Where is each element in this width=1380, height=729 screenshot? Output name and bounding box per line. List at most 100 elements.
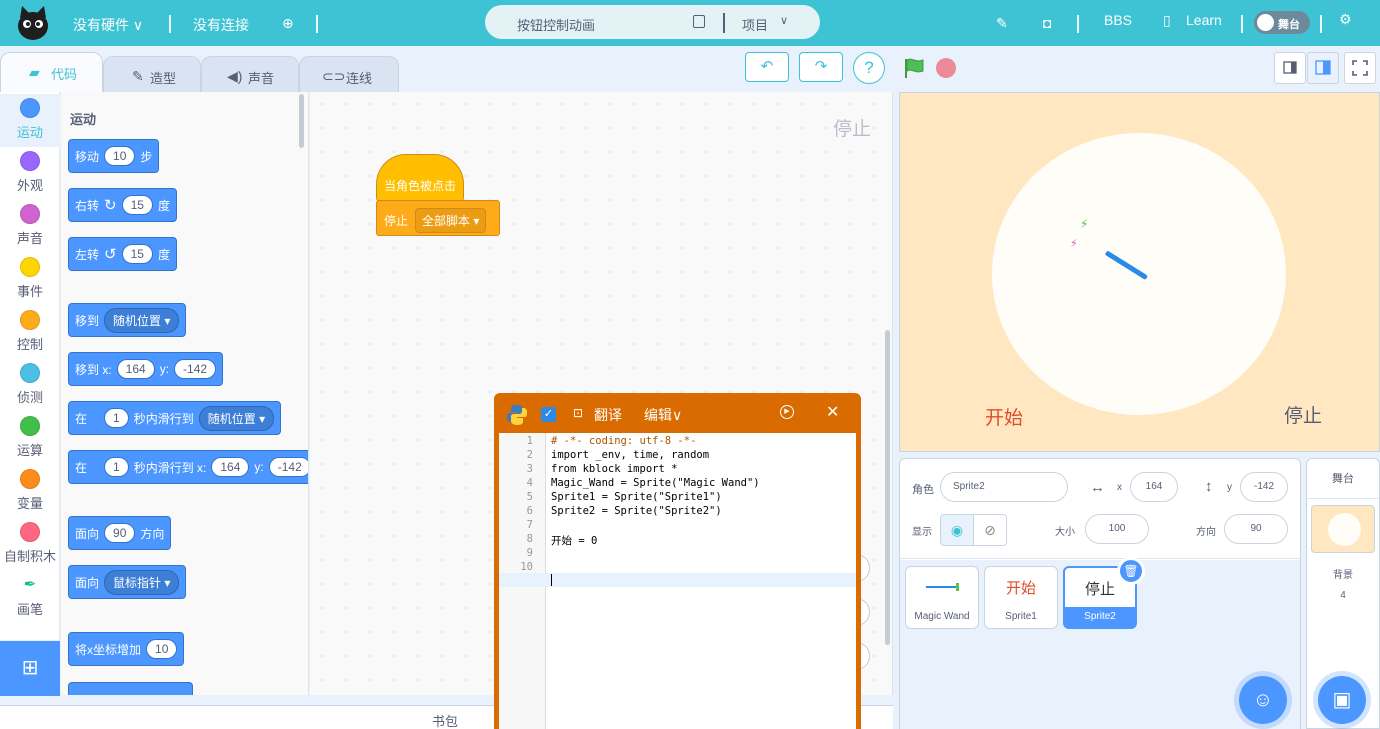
block-change-x[interactable]: 将x坐标增加 10 xyxy=(68,632,185,666)
redo-button[interactable]: ↷ xyxy=(799,52,843,82)
gear-icon[interactable]: ⚙ xyxy=(1339,11,1352,28)
block-input[interactable]: 15 xyxy=(121,244,153,264)
fullscreen-button[interactable] xyxy=(1344,52,1376,84)
category-events[interactable]: 事件 xyxy=(0,253,60,306)
motion-dot xyxy=(20,98,40,118)
connection-menu[interactable]: 没有连接 xyxy=(193,15,249,35)
tab-label: 造型 xyxy=(150,71,177,86)
block-glide[interactable]: 在 1 秒内滑行到 随机位置 ▾ xyxy=(68,401,282,435)
stage-thumbnail[interactable] xyxy=(1311,505,1375,553)
undo-button[interactable]: ↶ xyxy=(745,52,789,82)
block-input[interactable]: -142 xyxy=(268,457,308,477)
small-stage-button[interactable] xyxy=(1274,52,1306,84)
direction-field[interactable]: 90 xyxy=(1224,514,1288,544)
y-field[interactable]: -142 xyxy=(1240,472,1288,502)
stop-sprite[interactable]: 停止 xyxy=(1284,401,1322,428)
backpack-label: 书包 xyxy=(432,714,459,729)
category-motion[interactable]: 运动 xyxy=(0,94,60,147)
category-sensing[interactable]: 侦测 xyxy=(0,359,60,412)
workspace-scrollbar[interactable] xyxy=(885,330,890,645)
block-input[interactable]: 10 xyxy=(104,146,136,166)
category-pen[interactable]: ✒ 画笔 xyxy=(0,571,60,624)
category-looks[interactable]: 外观 xyxy=(0,147,60,200)
block-point-towards[interactable]: 面向 鼠标指针 ▾ xyxy=(68,565,187,599)
block-input[interactable]: 164 xyxy=(211,457,250,477)
block-input[interactable]: 1 xyxy=(104,457,129,477)
delete-sprite-button[interactable]: 🗑 xyxy=(1117,557,1145,585)
chevron-down-icon[interactable]: ∨ xyxy=(780,14,788,27)
palette-scrollbar[interactable] xyxy=(299,94,304,148)
block-point-direction[interactable]: 面向 90 方向 xyxy=(68,516,172,550)
category-sound[interactable]: 声音 xyxy=(0,200,60,253)
tab-costumes[interactable]: ✎ 造型 xyxy=(103,56,201,92)
help-button[interactable]: ? xyxy=(853,52,885,84)
show-button[interactable]: ◉ xyxy=(940,514,974,546)
project-menu[interactable]: 项目 xyxy=(742,15,768,34)
category-my-blocks[interactable]: 自制积木 xyxy=(0,518,60,571)
sprite-name-field[interactable]: Sprite2 xyxy=(940,472,1068,502)
hide-button[interactable]: ⊘ xyxy=(973,514,1007,546)
block-input[interactable]: 164 xyxy=(116,359,155,379)
block-dropdown[interactable]: 随机位置 ▾ xyxy=(104,307,180,333)
project-title-bar: 按钮控制动画 项目 ∨ xyxy=(485,5,820,39)
category-operators[interactable]: 运算 xyxy=(0,412,60,465)
block-input[interactable]: -142 xyxy=(174,359,217,379)
sprite-tile-sprite1[interactable]: 开始 Sprite1 xyxy=(984,566,1058,629)
camera-icon[interactable]: ◘ xyxy=(1043,15,1051,31)
category-label: 事件 xyxy=(16,284,43,299)
tab-sounds[interactable]: ◀) 声音 xyxy=(201,56,299,92)
code-editor[interactable]: 1 2 3 4 5 6 7 8 9 10 11 # -*- coding: ut… xyxy=(499,433,856,729)
when-sprite-clicked-block[interactable]: 当角色被点击 xyxy=(376,154,464,201)
block-text: 将x坐标增加 xyxy=(75,642,142,657)
category-label: 外观 xyxy=(16,178,43,193)
python-code-window[interactable]: ✓ ⊡ 翻译 编辑∨ ▶ ✕ 1 2 3 4 5 6 7 8 9 10 11 #… xyxy=(494,393,861,729)
category-control[interactable]: 控制 xyxy=(0,306,60,359)
green-flag-icon[interactable] xyxy=(903,57,925,79)
save-icon[interactable] xyxy=(693,15,705,28)
run-icon[interactable]: ▶ xyxy=(780,405,794,419)
globe-icon[interactable]: ⊕ xyxy=(282,15,294,32)
add-sprite-button[interactable]: ☺ xyxy=(1239,676,1287,724)
stage-mode-toggle[interactable]: 舞台 xyxy=(1254,11,1310,34)
stop-all-block[interactable]: 停止 全部脚本 ▾ xyxy=(376,200,500,236)
sprite-tile-magic-wand[interactable]: Magic Wand xyxy=(905,566,979,629)
sprite-tile-name: Magic Wand xyxy=(914,611,970,622)
block-partial[interactable] xyxy=(68,682,193,695)
start-sprite[interactable]: 开始 xyxy=(985,403,1023,430)
cat-logo-icon[interactable] xyxy=(14,4,52,42)
block-dropdown[interactable]: 全部脚本 ▾ xyxy=(415,208,487,233)
bbs-link[interactable]: BBS xyxy=(1104,12,1132,28)
block-input[interactable]: 15 xyxy=(121,195,153,215)
enable-checkbox[interactable]: ✓ xyxy=(541,407,556,422)
block-goto[interactable]: 移到 随机位置 ▾ xyxy=(68,303,187,337)
block-input[interactable]: 10 xyxy=(146,639,178,659)
hardware-menu[interactable]: 没有硬件 ∨ xyxy=(73,15,143,35)
learn-link[interactable]: Learn xyxy=(1186,12,1222,28)
block-input[interactable]: 90 xyxy=(104,523,136,543)
stop-button[interactable] xyxy=(936,58,956,78)
edit-menu[interactable]: 编辑∨ xyxy=(644,405,682,425)
block-input[interactable]: 1 xyxy=(104,408,129,428)
code-window-header[interactable]: ✓ ⊡ 翻译 编辑∨ ▶ ✕ xyxy=(494,393,861,433)
translate-button[interactable]: 翻译 xyxy=(594,405,622,425)
tab-code[interactable]: ▰ 代码 xyxy=(0,52,103,92)
terminal-icon[interactable]: ⊡ xyxy=(573,406,583,420)
block-turn-left[interactable]: 左转 ↺ 15 度 xyxy=(68,237,177,271)
pencil-icon[interactable]: ✎ xyxy=(996,15,1008,32)
block-turn-right[interactable]: 右转 ↻ 15 度 xyxy=(68,188,177,222)
size-field[interactable]: 100 xyxy=(1085,514,1149,544)
block-glide-xy[interactable]: 在 1 秒内滑行到 x: 164 y: -142 xyxy=(68,450,308,484)
project-title[interactable]: 按钮控制动画 xyxy=(517,15,595,34)
block-move-steps[interactable]: 移动 10 步 xyxy=(68,139,160,173)
close-icon[interactable]: ✕ xyxy=(826,402,839,422)
block-dropdown[interactable]: 随机位置 ▾ xyxy=(198,405,275,431)
block-goto-xy[interactable]: 移到 x: 164 y: -142 xyxy=(68,352,224,386)
x-field[interactable]: 164 xyxy=(1130,472,1178,502)
category-variables[interactable]: 变量 xyxy=(0,465,60,518)
tab-wiring[interactable]: ⊂⊃ 连线 xyxy=(299,56,399,92)
add-extension-button[interactable]: ⊞ xyxy=(0,641,60,696)
tab-label: 代码 xyxy=(51,67,78,82)
normal-stage-button[interactable] xyxy=(1307,52,1339,84)
add-backdrop-button[interactable]: ▣ xyxy=(1318,676,1366,724)
block-dropdown[interactable]: 鼠标指针 ▾ xyxy=(104,569,180,595)
